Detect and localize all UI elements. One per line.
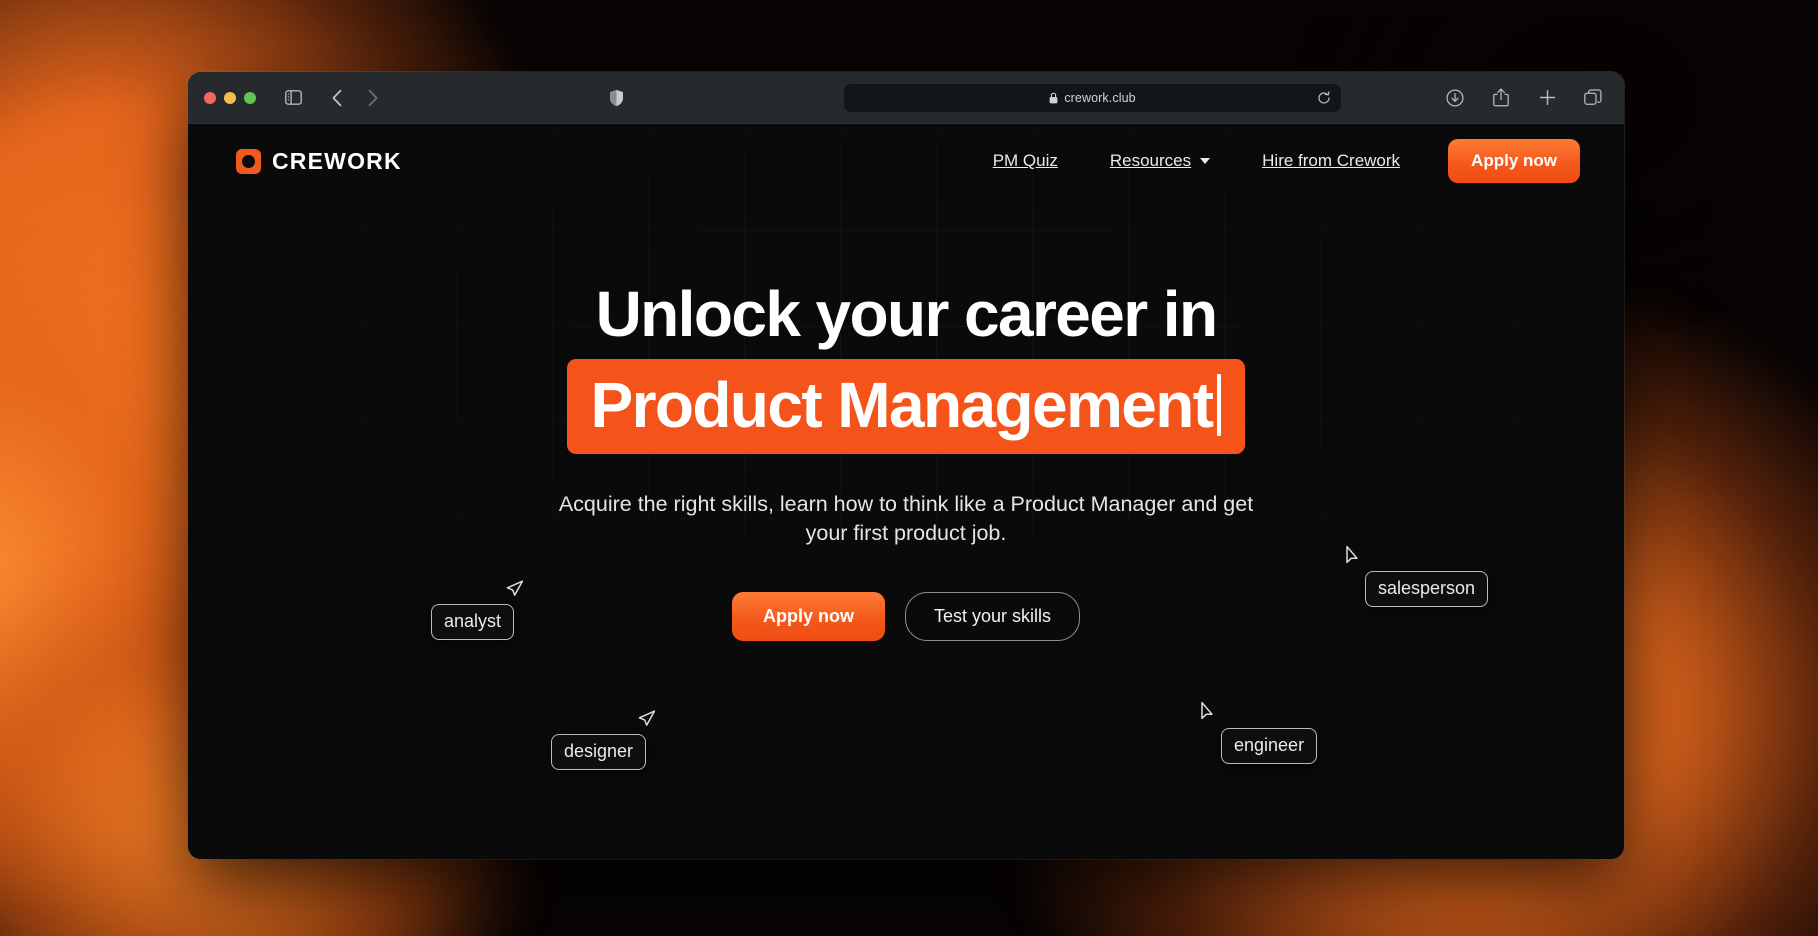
nav-item-hire-from-crework[interactable]: Hire from Crework bbox=[1236, 151, 1426, 171]
browser-window: crework.club CREWORK PM Quiz Resources H… bbox=[188, 72, 1624, 859]
brand-logo[interactable]: CREWORK bbox=[236, 148, 402, 175]
role-chip-designer: designer bbox=[551, 710, 656, 770]
hero-headline-highlight-text: Product Management bbox=[590, 368, 1215, 441]
cursor-arrow-up-left-icon bbox=[1346, 545, 1358, 564]
cursor-arrow-up-right-icon bbox=[506, 580, 524, 596]
crework-logo-icon bbox=[236, 148, 261, 174]
cursor-arrow-up-right-icon bbox=[638, 710, 656, 726]
tab-overview-icon bbox=[1584, 89, 1602, 107]
nav-label: Hire from Crework bbox=[1262, 151, 1401, 170]
nav-label: PM Quiz bbox=[992, 151, 1058, 170]
download-icon bbox=[1446, 89, 1464, 107]
desktop-backdrop: crework.club CREWORK PM Quiz Resources H… bbox=[0, 0, 1818, 936]
role-chip-analyst: analyst bbox=[431, 580, 524, 640]
address-bar[interactable]: crework.club bbox=[844, 83, 1341, 112]
role-chip-label: engineer bbox=[1221, 728, 1318, 764]
role-chip-label: analyst bbox=[431, 604, 515, 640]
hero-subheadline: Acquire the right skills, learn how to t… bbox=[558, 491, 1254, 546]
typing-cursor bbox=[1217, 373, 1222, 436]
hero-test-your-skills-button[interactable]: Test your skills bbox=[904, 591, 1081, 641]
role-chip-engineer: engineer bbox=[1201, 701, 1318, 764]
lock-icon bbox=[1049, 92, 1058, 103]
nav-item-resources[interactable]: Resources bbox=[1084, 151, 1236, 171]
minimize-window-button[interactable] bbox=[224, 91, 236, 104]
navbar-links: PM Quiz Resources Hire from Crework Appl… bbox=[967, 139, 1580, 183]
webpage-viewport: CREWORK PM Quiz Resources Hire from Crew… bbox=[188, 124, 1624, 859]
hero-headline-line-1: Unlock your career in bbox=[595, 278, 1218, 350]
hero-apply-now-button[interactable]: Apply now bbox=[731, 591, 885, 641]
reload-button[interactable] bbox=[1313, 87, 1335, 109]
sidebar-toggle-button[interactable] bbox=[278, 85, 308, 111]
chevron-right-icon bbox=[367, 89, 379, 107]
cursor-arrow-up-left-icon bbox=[1201, 701, 1213, 720]
site-navbar: CREWORK PM Quiz Resources Hire from Crew… bbox=[188, 124, 1624, 198]
forward-button[interactable] bbox=[358, 85, 388, 111]
browser-toolbar: crework.club bbox=[188, 72, 1624, 124]
share-button[interactable] bbox=[1486, 85, 1516, 111]
role-chip-salesperson: salesperson bbox=[1346, 545, 1489, 607]
hero-cta-row: Apply now Test your skills bbox=[731, 591, 1081, 641]
shield-icon bbox=[609, 89, 623, 106]
downloads-button[interactable] bbox=[1440, 85, 1470, 111]
window-controls[interactable] bbox=[204, 91, 256, 104]
chevron-down-icon bbox=[1200, 158, 1211, 164]
nav-item-pm-quiz[interactable]: PM Quiz bbox=[967, 151, 1084, 171]
zoom-window-button[interactable] bbox=[244, 91, 256, 104]
toolbar-right-group bbox=[1440, 85, 1608, 111]
sidebar-icon bbox=[285, 90, 302, 105]
navigation-arrows bbox=[322, 85, 388, 111]
share-icon bbox=[1493, 88, 1509, 107]
navbar-apply-now-button[interactable]: Apply now bbox=[1448, 139, 1580, 183]
logo-inner-circle bbox=[242, 154, 255, 168]
plus-icon bbox=[1539, 89, 1556, 106]
chevron-left-icon bbox=[331, 89, 343, 107]
nav-label: Resources bbox=[1109, 151, 1192, 170]
new-tab-button[interactable] bbox=[1532, 85, 1562, 111]
role-chip-label: salesperson bbox=[1365, 571, 1489, 607]
privacy-shield-button[interactable] bbox=[601, 85, 631, 111]
close-window-button[interactable] bbox=[204, 91, 216, 104]
back-button[interactable] bbox=[322, 85, 352, 111]
reload-icon bbox=[1317, 91, 1331, 105]
address-bar-url: crework.club bbox=[1064, 90, 1136, 105]
hero-headline-highlight: Product Management bbox=[566, 358, 1246, 454]
brand-name: CREWORK bbox=[272, 147, 402, 174]
toolbar-left-group bbox=[204, 85, 388, 111]
tab-overview-button[interactable] bbox=[1578, 85, 1608, 111]
role-chip-label: designer bbox=[551, 734, 647, 770]
